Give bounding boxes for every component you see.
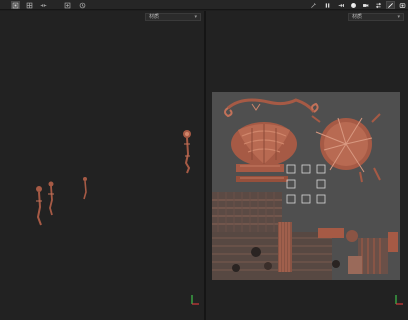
frame-view-icon[interactable]	[11, 1, 20, 9]
sphere-icon[interactable]	[349, 1, 358, 9]
uv-selection-boxes	[286, 164, 326, 204]
chevron-down-icon: ▾	[397, 14, 400, 20]
brush-icon[interactable]	[386, 1, 395, 9]
texture-crown	[231, 122, 297, 166]
uv-texture-sheet[interactable]	[212, 92, 400, 280]
axis-gizmo-icon	[191, 295, 199, 305]
texture-detail-region	[212, 192, 398, 280]
uv-mode-select[interactable]: 材质 ▾	[348, 13, 404, 21]
camera-icon[interactable]	[361, 1, 370, 9]
texture-scroll	[224, 98, 319, 118]
wand-icon[interactable]	[309, 1, 318, 9]
texture-medallion	[311, 113, 381, 183]
swap-icon[interactable]	[374, 1, 383, 9]
main-toolbar	[0, 0, 408, 10]
scene-3d-objects	[36, 130, 191, 226]
ornament-small-3[interactable]	[83, 177, 87, 200]
ornament-small-2[interactable]	[48, 181, 54, 216]
history-icon[interactable]	[78, 1, 87, 9]
ornament-small-1[interactable]	[36, 186, 42, 226]
pause-icon[interactable]	[323, 1, 332, 9]
viewport-uv[interactable]: 材质 ▾	[206, 11, 408, 320]
fit-icon[interactable]	[39, 1, 48, 9]
axis-gizmo-icon	[395, 295, 403, 305]
texture-atlas	[212, 98, 398, 280]
texture-strip	[236, 164, 288, 182]
ornament-large[interactable]	[183, 130, 191, 174]
viewport-3d[interactable]: 材质 ▾	[0, 11, 204, 320]
add-icon[interactable]	[63, 1, 72, 9]
screenshot-icon[interactable]	[398, 1, 407, 9]
step-icon[interactable]	[337, 1, 346, 9]
grid-view-icon[interactable]	[25, 1, 34, 9]
uv-mode-label: 材质	[352, 14, 363, 20]
